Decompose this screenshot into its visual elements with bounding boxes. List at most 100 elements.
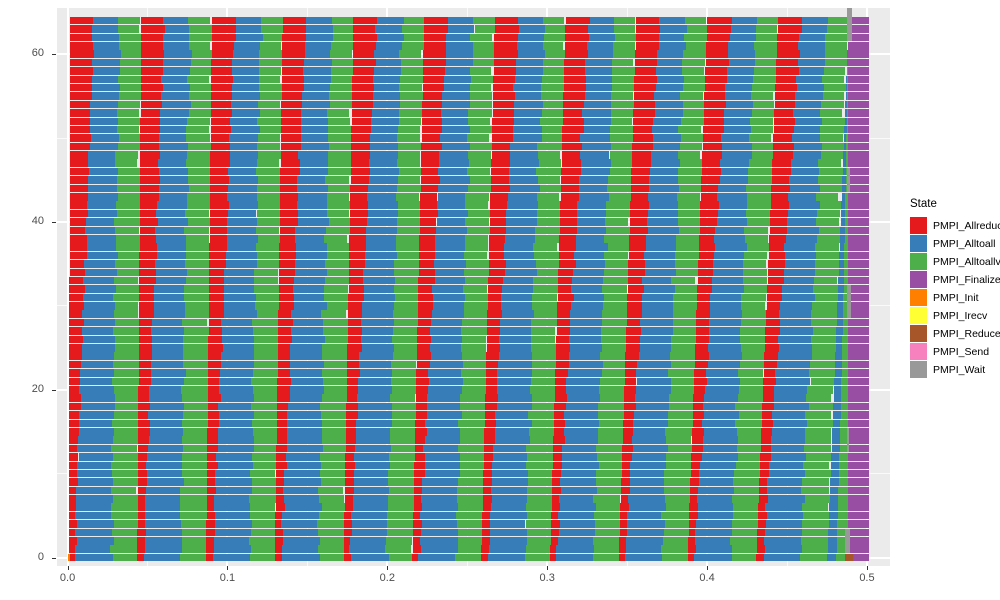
bar-segment-pmpi_alltoallv: [458, 478, 486, 486]
bar-segment-pmpi_allreduce: [697, 293, 711, 302]
bar-segment-pmpi_allreduce: [351, 100, 373, 109]
legend-item-pmpi_send[interactable]: PMPI_Send: [903, 343, 1000, 360]
legend-item-pmpi_alltoall[interactable]: PMPI_Alltoall: [903, 235, 1000, 252]
bar-segment-pmpi_allreduce: [488, 276, 504, 285]
bar-segment-pmpi_allreduce: [557, 285, 572, 293]
bar-segment-pmpi_alltoall: [828, 528, 838, 537]
bar-segment-pmpi_alltoall: [505, 260, 537, 268]
bar-segment-pmpi_alltoall: [564, 436, 599, 444]
bar-segment-pmpi_allreduce: [279, 234, 296, 243]
bar-segment-pmpi_alltoall: [356, 427, 391, 436]
bar-segment-pmpi_alltoallv: [473, 58, 495, 67]
bar-segment-pmpi_alltoall: [233, 75, 260, 84]
bar-segment-pmpi_allreduce: [349, 234, 366, 243]
legend-item-pmpi_reduce[interactable]: PMPI_Reduce: [903, 325, 1000, 342]
bar-segment-pmpi_alltoallv: [400, 92, 424, 100]
bar-segment-pmpi_alltoallv: [320, 453, 346, 461]
bar-segment-pmpi_alltoallv: [540, 117, 564, 126]
bar-segment-pmpi_alltoallv: [390, 427, 418, 436]
bar-segment-pmpi_alltoall: [287, 436, 322, 444]
legend-item-pmpi_init[interactable]: PMPI_Init: [903, 289, 1000, 306]
bar-segment-pmpi_allreduce: [555, 377, 566, 386]
legend-item-pmpi_finalize[interactable]: PMPI_Finalize: [903, 271, 1000, 288]
bar-segment-pmpi_alltoall: [584, 117, 611, 126]
bar-segment-pmpi_finalize: [847, 142, 869, 151]
bar-segment-pmpi_alltoallv: [595, 478, 623, 486]
bar-segment-pmpi_alltoallv: [595, 503, 624, 512]
bar-segment-pmpi_alltoall: [160, 109, 190, 117]
bar-segment-pmpi_allreduce: [762, 411, 773, 419]
legend-item-pmpi_alltoallv[interactable]: PMPI_Alltoallv: [903, 253, 1000, 270]
legend-item-pmpi_allreduce[interactable]: PMPI_Allreduce: [903, 217, 1000, 234]
bar-segment-pmpi_alltoall: [153, 293, 185, 302]
y-tick-label: 60: [31, 47, 44, 60]
bar-segment-pmpi_alltoall: [300, 167, 329, 176]
bar-segment-pmpi_allreduce: [419, 234, 436, 243]
bar-segment-pmpi_alltoall: [305, 16, 332, 25]
bar-segment-pmpi_allreduce: [211, 41, 234, 50]
bar-segment-pmpi_wait: [847, 167, 850, 193]
bar-segment-pmpi_alltoallv: [115, 318, 142, 327]
bar-segment-pmpi_allreduce: [209, 268, 224, 277]
bar-segment-pmpi_alltoallv: [114, 276, 138, 285]
bar-segment-pmpi_alltoall: [155, 268, 187, 277]
bar-segment-pmpi_alltoall: [565, 377, 600, 386]
bar-segment-pmpi_allreduce: [70, 125, 90, 134]
bar-segment-pmpi_alltoallv: [456, 511, 483, 520]
bar-segment-pmpi_alltoallv: [257, 142, 281, 151]
bar-segment-pmpi_alltoall: [441, 125, 470, 134]
bar-segment-pmpi_alltoall: [713, 260, 743, 268]
bar-segment-pmpi_alltoall: [289, 352, 322, 360]
bar-segment-pmpi_allreduce: [140, 75, 162, 84]
bar-segment-pmpi_alltoall: [448, 16, 474, 25]
bar-segment-pmpi_alltoallv: [806, 394, 832, 402]
bar-segment-pmpi_finalize: [847, 528, 869, 537]
bar-segment-pmpi_alltoall: [232, 50, 259, 58]
bar-segment-pmpi_allreduce: [764, 344, 780, 352]
bar-segment-pmpi_alltoall: [223, 268, 255, 277]
bar-segment-pmpi_alltoallv: [838, 469, 848, 478]
bar-segment-pmpi_allreduce: [69, 293, 83, 302]
bar-segment-pmpi_alltoallv: [686, 41, 709, 50]
bar-segment-pmpi_allreduce: [208, 360, 222, 369]
bar-segment-pmpi_alltoall: [424, 469, 460, 478]
bar-segment-pmpi_alltoall: [709, 318, 741, 327]
bar-segment-pmpi_allreduce: [276, 444, 288, 453]
bar-segment-pmpi_allreduce: [69, 251, 87, 260]
bar-segment-pmpi_alltoallv: [542, 67, 566, 75]
bar-segment-pmpi_alltoall: [779, 310, 811, 319]
bar-segment-pmpi_alltoall: [375, 58, 402, 67]
bar-segment-pmpi_alltoall: [722, 142, 752, 151]
bar-segment-pmpi_alltoallv: [397, 226, 421, 235]
bar-segment-pmpi_alltoall: [577, 226, 607, 235]
bar-segment-pmpi_allreduce: [689, 503, 699, 512]
bar-segment-pmpi_allreduce: [416, 360, 431, 369]
y-tick-mark: [52, 389, 56, 391]
bar-segment-pmpi_alltoall: [89, 142, 118, 151]
bar-segment-pmpi_alltoallv: [603, 293, 630, 302]
bar-segment-pmpi_alltoall: [498, 360, 532, 369]
bar-segment-pmpi_alltoall: [722, 151, 752, 159]
bar-segment-pmpi_allreduce: [281, 75, 304, 84]
bar-segment-pmpi_alltoall: [223, 310, 257, 319]
legend-item-pmpi_irecv[interactable]: PMPI_Irecv: [903, 307, 1000, 324]
bar-segment-pmpi_alltoallv: [328, 142, 352, 151]
bar-segment-pmpi_allreduce: [210, 109, 233, 117]
bar-segment-pmpi_alltoall: [290, 344, 323, 352]
bar-segment-pmpi_alltoallv: [682, 83, 707, 92]
bar-segment-pmpi_allreduce: [137, 511, 146, 520]
bar-segment-pmpi_alltoallv: [185, 310, 211, 319]
bar-segment-pmpi_alltoallv: [814, 293, 840, 302]
bar-segment-pmpi_alltoall: [498, 352, 532, 360]
bar-segment-pmpi_allreduce: [691, 453, 702, 461]
bar-segment-pmpi_allreduce: [688, 528, 696, 537]
x-tick-label: 0.4: [699, 572, 715, 584]
bar-segment-pmpi_finalize: [847, 394, 869, 402]
bar-segment-pmpi_allreduce: [345, 478, 354, 486]
bar-segment-pmpi_allreduce: [760, 461, 769, 470]
bar-segment-pmpi_alltoall: [442, 142, 470, 151]
bar-segment-pmpi_allreduce: [482, 520, 490, 528]
bar-segment-pmpi_allreduce: [482, 503, 492, 512]
legend-item-pmpi_wait[interactable]: PMPI_Wait: [903, 361, 1000, 378]
bar-segment-pmpi_alltoall: [627, 528, 664, 537]
